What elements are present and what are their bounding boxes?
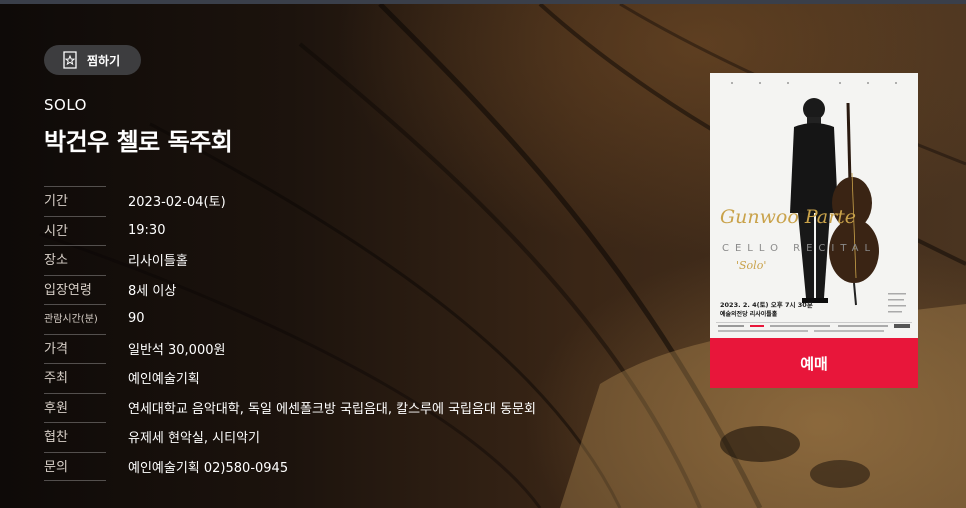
info-row-sponsor: 후원 연세대학교 음악대학, 독일 에센폴크방 국립음대, 칼스루에 국립음대 … <box>44 392 544 423</box>
info-row-support: 협찬 유제세 현악실, 시티악기 <box>44 422 544 452</box>
info-value: 일반석 30,000원 <box>128 342 226 358</box>
info-value: 8세 이상 <box>128 283 177 299</box>
star-page-icon <box>62 51 78 69</box>
poster-script-name: Gunwoo Parte <box>720 206 856 228</box>
poster-subtitle: CELLO RECITAL <box>722 243 876 254</box>
genre-label: SOLO <box>44 96 87 114</box>
info-key: 협찬 <box>44 422 106 452</box>
info-value: 예인예술기획 02)580-0945 <box>128 460 289 476</box>
info-value: 연세대학교 음악대학, 독일 에센폴크방 국립음대, 칼스루에 국립음대 동문회 <box>128 401 536 417</box>
info-row-age: 입장연령 8세 이상 <box>44 274 544 305</box>
info-row-venue: 장소 리사이틀홀 <box>44 245 544 275</box>
poster-date: 2023. 2. 4(토) 오후 7시 30분 <box>720 300 813 309</box>
info-row-host: 주최 예인예술기획 <box>44 363 544 393</box>
info-value: 19:30 <box>128 222 166 238</box>
info-value: 2023-02-04(토) <box>128 195 226 211</box>
info-key: 가격 <box>44 333 106 364</box>
wish-label: 찜하기 <box>87 53 121 68</box>
cellist-poster-graphic: Gunwoo Parte CELLO RECITAL 'Solo' 2023. … <box>710 73 918 338</box>
info-table: 기간 2023-02-04(토) 시간 19:30 장소 리사이틀홀 입장연령 … <box>44 186 544 481</box>
info-row-duration: 관람시간(분) 90 <box>44 304 544 334</box>
info-value: 리사이틀홀 <box>128 254 188 270</box>
info-key: 주최 <box>44 363 106 393</box>
booking-button[interactable]: 예매 <box>710 338 918 388</box>
poster-tagline: 'Solo' <box>736 259 766 272</box>
performance-title: 박건우 첼로 독주회 <box>44 128 233 156</box>
info-key: 시간 <box>44 215 106 246</box>
info-row-time: 시간 19:30 <box>44 215 544 246</box>
info-key: 기간 <box>44 186 106 216</box>
wish-button[interactable]: 찜하기 <box>44 45 141 75</box>
info-key: 후원 <box>44 392 106 423</box>
info-key: 관람시간(분) <box>44 304 106 334</box>
info-key: 문의 <box>44 451 106 481</box>
info-key: 장소 <box>44 245 106 275</box>
info-value: 예인예술기획 <box>128 372 200 388</box>
info-value: 90 <box>128 311 145 327</box>
info-row-period: 기간 2023-02-04(토) <box>44 186 544 216</box>
poster-venue: 예술의전당 리사이틀홀 <box>720 310 778 318</box>
info-row-price: 가격 일반석 30,000원 <box>44 333 544 364</box>
poster-image: Gunwoo Parte CELLO RECITAL 'Solo' 2023. … <box>710 73 918 338</box>
info-value: 유제세 현악실, 시티악기 <box>128 431 260 447</box>
info-row-inquiry: 문의 예인예술기획 02)580-0945 <box>44 451 544 481</box>
info-key: 입장연령 <box>44 274 106 305</box>
